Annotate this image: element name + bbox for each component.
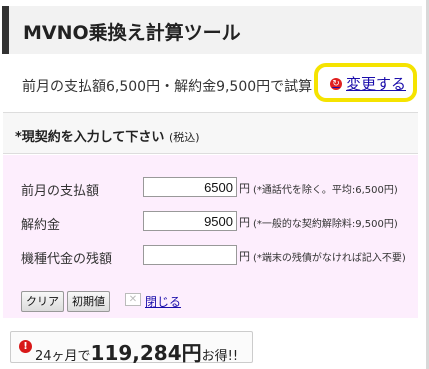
- monthly-payment-input[interactable]: [143, 177, 237, 197]
- result-text: 24ヶ月で119,284円お得!!: [35, 337, 238, 366]
- change-link[interactable]: ↻ 変更する: [330, 73, 406, 94]
- reset-button[interactable]: 初期値: [67, 291, 110, 312]
- tax-note: (税込): [168, 131, 200, 144]
- yen-unit: 円: [239, 216, 250, 229]
- field-row-device: 機種代金の残額 円 (*端末の残債がなければ記入不要): [3, 245, 418, 267]
- yen-unit: 円: [239, 250, 250, 263]
- form-heading: *現契約を入力して下さい (税込): [15, 126, 200, 145]
- result-suffix: お得!!: [201, 349, 239, 364]
- close-link[interactable]: 閉じる: [145, 293, 181, 310]
- monthly-payment-note: (*通話代を除く。平均:6,500円): [253, 185, 398, 196]
- circle-icon: ↻: [330, 77, 342, 90]
- summary-text: 前月の支払額6,500円・解約金9,500円で試算: [22, 79, 313, 95]
- cancel-fee-note: (*一般的な契約解除料:9,500円): [253, 219, 398, 230]
- clear-button[interactable]: クリア: [21, 291, 64, 312]
- result-box: ! 24ヶ月で119,284円お得!!: [10, 331, 253, 366]
- form-heading-text: *現契約を入力して下さい: [15, 130, 165, 145]
- result-prefix: 24ヶ月で: [35, 349, 91, 364]
- field-row-monthly: 前月の支払額 円 (*通話代を除く。平均:6,500円): [3, 177, 418, 199]
- page-title: MVNO乗換え計算ツール: [23, 22, 241, 44]
- field-row-cancel: 解約金 円 (*一般的な契約解除料:9,500円): [3, 211, 418, 233]
- close-icon[interactable]: ✕: [125, 293, 141, 306]
- monthly-payment-label: 前月の支払額: [21, 184, 100, 199]
- header-bar: MVNO乗換え計算ツール: [2, 6, 422, 54]
- change-link-label: 変更する: [346, 75, 407, 93]
- form-header: *現契約を入力して下さい (税込): [3, 112, 418, 154]
- cancel-fee-input[interactable]: [143, 211, 237, 231]
- cancel-fee-label: 解約金: [21, 218, 61, 233]
- yen-unit: 円: [239, 182, 250, 195]
- device-balance-note: (*端末の残債がなければ記入不要): [253, 253, 406, 264]
- form-panel: 前月の支払額 円 (*通話代を除く。平均:6,500円) 解約金 円 (*一般的…: [3, 155, 418, 318]
- result-amount: 119,284円: [90, 341, 202, 365]
- device-balance-input[interactable]: [143, 245, 237, 265]
- device-balance-label: 機種代金の残額: [21, 252, 113, 267]
- alert-icon: !: [19, 340, 32, 353]
